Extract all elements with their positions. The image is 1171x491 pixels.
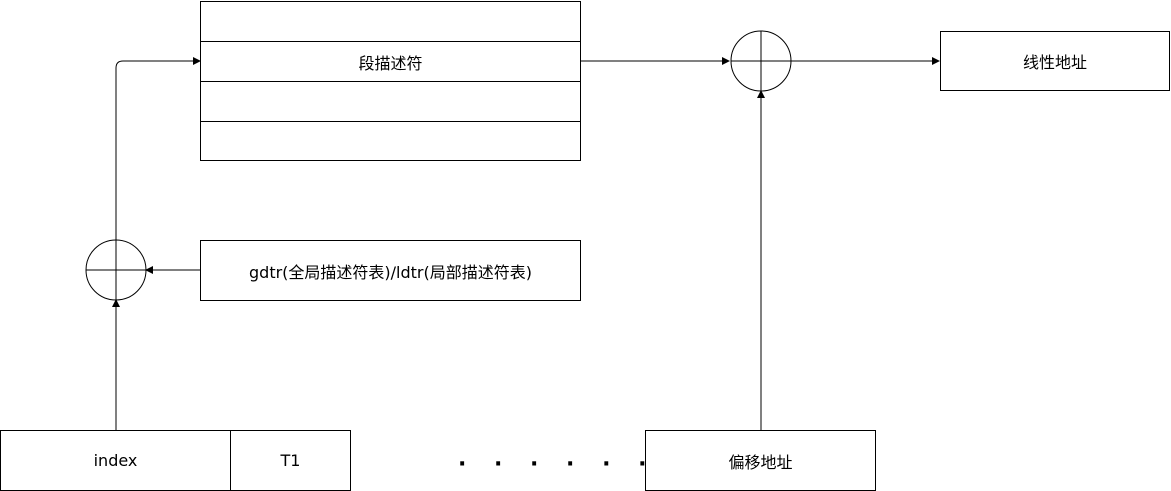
linear-address-box: 线性地址	[940, 31, 1170, 91]
descriptor-row	[201, 122, 580, 160]
descriptor-row	[201, 82, 580, 122]
offset-address-box: 偏移地址	[645, 430, 876, 491]
table-register-label: gdtr(全局描述符表)/ldtr(局部描述符表)	[249, 262, 532, 282]
selector-ti-label: T1	[280, 451, 301, 470]
selector-box: index T1	[0, 430, 351, 491]
table-register-box: gdtr(全局描述符表)/ldtr(局部描述符表)	[200, 240, 581, 301]
selector-index-field: index	[1, 431, 231, 490]
selector-index-label: index	[93, 451, 138, 470]
descriptor-table: 段描述符	[200, 1, 581, 161]
ellipsis: · · · · · ·	[458, 452, 657, 477]
descriptor-row	[201, 2, 580, 42]
adder-icon-lower	[85, 239, 147, 301]
adder-icon-upper	[730, 30, 792, 92]
offset-address-label: 偏移地址	[728, 452, 793, 472]
descriptor-row-segment: 段描述符	[201, 42, 580, 82]
selector-ti-field: T1	[231, 431, 350, 490]
linear-address-label: 线性地址	[1022, 53, 1087, 72]
arrow-adder-to-descriptor	[115, 57, 201, 240]
